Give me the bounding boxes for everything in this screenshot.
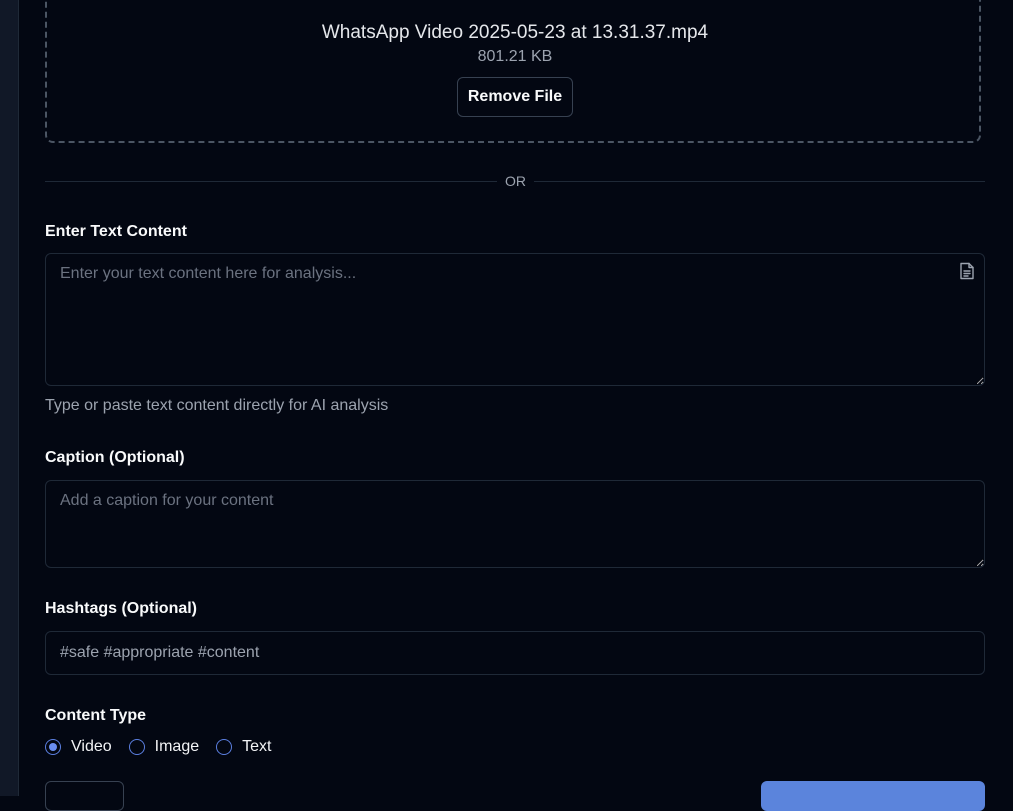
divider-line-right — [534, 181, 985, 182]
caption-textarea[interactable] — [45, 480, 985, 568]
radio-text-label[interactable]: Text — [242, 738, 271, 756]
document-icon — [960, 262, 974, 280]
radio-video[interactable]: Video — [45, 738, 112, 756]
uploaded-file-name: WhatsApp Video 2025-05-23 at 13.31.37.mp… — [321, 22, 709, 43]
radio-image-circle[interactable] — [128, 739, 145, 755]
hashtags-input[interactable] — [45, 631, 985, 675]
content-type-radio-group: Video Image Text — [45, 735, 288, 759]
hashtags-label: Hashtags (Optional) — [45, 600, 198, 617]
text-content-help: Type or paste text content directly for … — [45, 397, 389, 414]
radio-image-label[interactable]: Image — [155, 738, 199, 756]
remove-file-button[interactable]: Remove File — [457, 77, 573, 117]
divider-text: OR — [505, 173, 526, 189]
text-content-textarea[interactable] — [45, 253, 985, 386]
secondary-action-button[interactable] — [45, 781, 124, 811]
primary-action-button[interactable] — [761, 781, 985, 811]
radio-video-circle[interactable] — [45, 739, 61, 755]
text-content-label: Enter Text Content — [45, 223, 187, 240]
radio-text[interactable]: Text — [216, 738, 271, 756]
radio-image[interactable]: Image — [128, 738, 199, 756]
or-divider: OR — [45, 172, 985, 192]
caption-label: Caption (Optional) — [45, 449, 185, 466]
uploaded-file-size: 801.21 KB — [477, 48, 553, 65]
sidebar — [0, 0, 19, 796]
divider-line-left — [45, 181, 497, 182]
radio-selected-dot — [49, 743, 57, 751]
radio-video-label[interactable]: Video — [71, 738, 112, 756]
radio-text-circle[interactable] — [216, 739, 233, 755]
content-type-label: Content Type — [45, 707, 147, 724]
